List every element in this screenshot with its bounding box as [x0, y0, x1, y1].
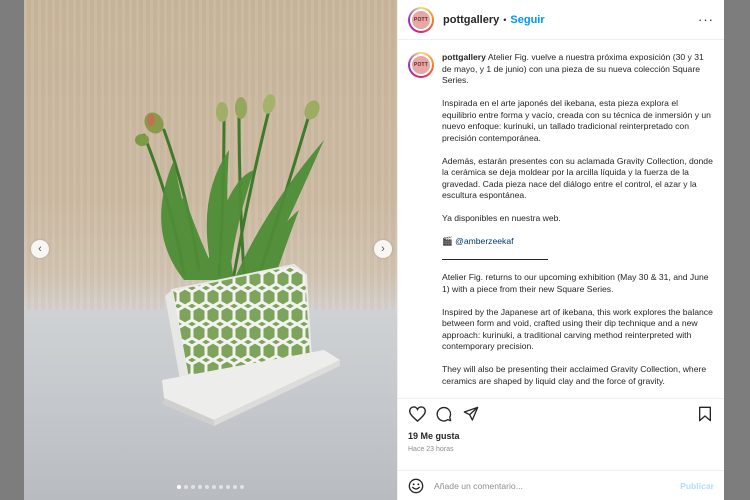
emoji-icon[interactable]	[408, 478, 424, 494]
comment-input[interactable]	[434, 480, 681, 491]
likes-count[interactable]: 19 Me gusta	[398, 428, 724, 444]
carousel-dot	[240, 485, 244, 489]
post-timestamp[interactable]: Hace 23 horas	[398, 444, 724, 458]
caption-avatar[interactable]: POTT	[408, 52, 434, 78]
caption-paragraph-3: Además, estarán presentes con su aclamad…	[442, 155, 713, 201]
carousel-dot	[219, 485, 223, 489]
carousel-dot	[233, 485, 237, 489]
next-image-button[interactable]: ›	[374, 240, 392, 258]
header-username[interactable]: pottgallery	[443, 14, 499, 26]
post-side-panel: POTT pottgallery • Seguir ··· POTT pottg…	[397, 0, 724, 500]
carousel-dot	[198, 485, 202, 489]
caption-credit: 🎬 @amberzeekaf	[442, 236, 714, 248]
clapperboard-icon: 🎬	[442, 236, 453, 246]
more-options-icon[interactable]: ···	[698, 12, 714, 27]
avatar[interactable]: POTT	[408, 6, 434, 33]
caption-paragraph-5: Atelier Fig. returns to our upcoming exh…	[442, 272, 709, 294]
publish-button[interactable]: Publicar	[680, 481, 714, 491]
caption-paragraph-7: They will also be presenting their accla…	[442, 364, 707, 386]
caption-avatar-logo: POTT	[410, 54, 432, 76]
divider	[442, 259, 548, 260]
carousel-dot	[184, 485, 188, 489]
ceramic-vase-photo	[135, 94, 340, 426]
chevron-right-icon: ›	[381, 242, 385, 255]
action-bar	[398, 398, 724, 428]
heart-icon	[408, 405, 426, 422]
post-media[interactable]: ‹ ›	[24, 0, 397, 500]
share-icon	[463, 406, 479, 421]
carousel-indicator	[24, 485, 397, 489]
caption-area: POTT pottgallery Atelier Fig. vuelve a n…	[398, 40, 724, 398]
caption-paragraph-6: Inspired by the Japanese art of ikebana,…	[442, 306, 713, 352]
header-separator: •	[503, 14, 507, 25]
carousel-dot	[205, 485, 209, 489]
carousel-dot	[226, 485, 230, 489]
share-button[interactable]	[462, 405, 480, 423]
comment-icon	[436, 406, 452, 422]
mention-link[interactable]: @amberzeekaf	[455, 236, 513, 246]
like-button[interactable]	[408, 405, 426, 423]
comment-button[interactable]	[435, 405, 453, 423]
carousel-dot	[191, 485, 195, 489]
post-modal: ‹ › POTT pottgallery • Seguir ··· POTT p…	[24, 0, 724, 500]
caption-paragraph-4: Ya disponibles en nuestra web.	[442, 213, 561, 223]
carousel-dot	[212, 485, 216, 489]
caption-username[interactable]: pottgallery	[442, 52, 486, 62]
avatar-logo: POTT	[410, 8, 432, 31]
caption-paragraph-2: Inspirada en el arte japonés del ikebana…	[442, 98, 711, 143]
post-header: POTT pottgallery • Seguir ···	[398, 0, 724, 40]
save-button[interactable]	[696, 405, 714, 423]
carousel-dot	[177, 485, 181, 489]
follow-button[interactable]: Seguir	[510, 14, 544, 26]
previous-image-button[interactable]: ‹	[31, 240, 49, 258]
bookmark-icon	[699, 406, 711, 421]
add-comment-bar: Publicar	[398, 470, 724, 500]
chevron-left-icon: ‹	[38, 242, 42, 255]
caption-text: pottgallery Atelier Fig. vuelve a nuestr…	[442, 52, 714, 398]
